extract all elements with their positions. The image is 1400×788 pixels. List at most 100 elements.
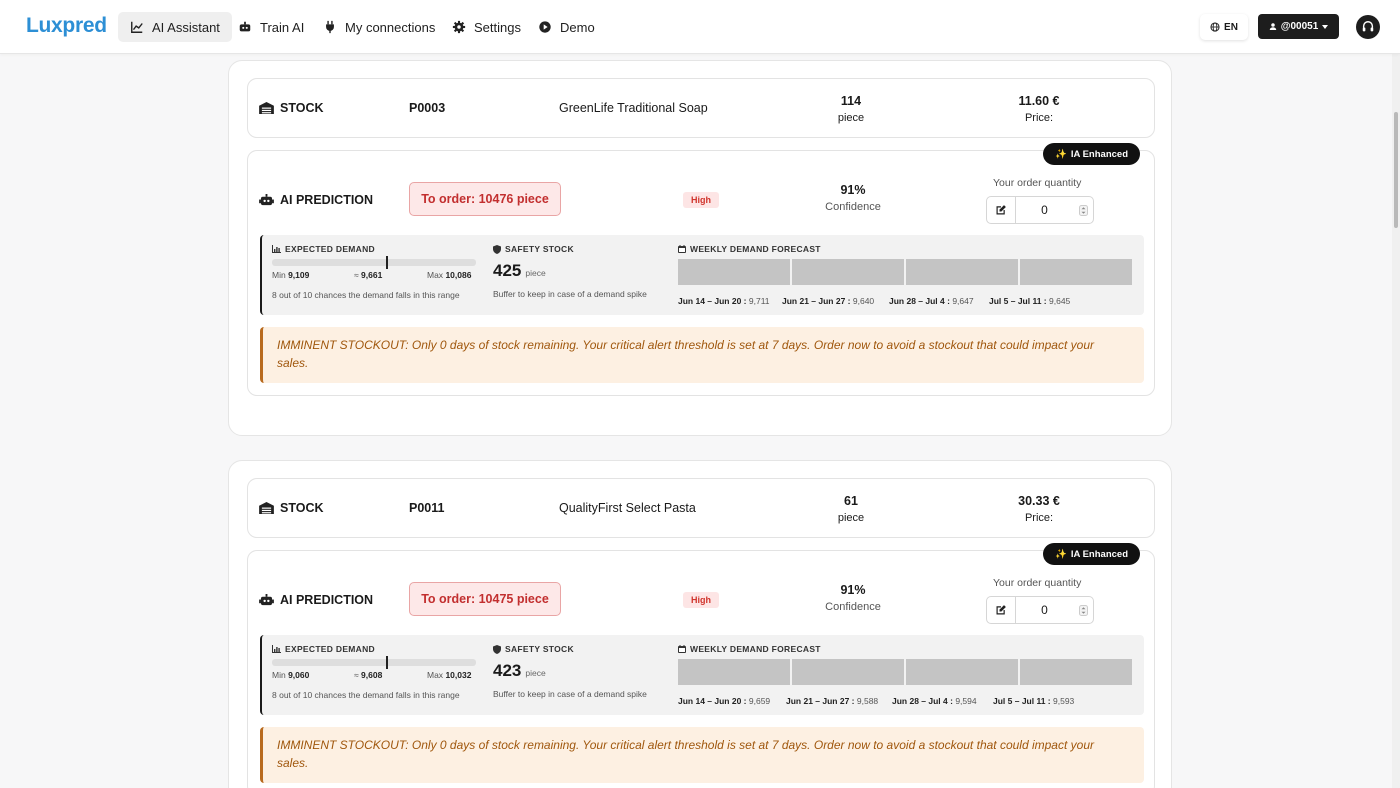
metrics-panel: EXPECTED DEMAND Min 9,060 ≈ 9,608 Max 10… [260,635,1144,715]
order-recommendation: To order: 10475 piece [409,582,561,616]
priority-badge: High [683,192,719,208]
weekly-forecast-bars [678,659,1134,685]
spinner-arrows-icon [1078,204,1088,216]
demand-min: Min 9,109 [272,270,309,280]
price-value: 30.33 € [1018,494,1060,508]
nav-demo[interactable]: Demo [526,12,607,42]
safety-stock-value: 425 piece [493,261,546,281]
demand-max-value: 10,032 [445,670,472,680]
edit-button[interactable] [987,197,1016,223]
product-code: P0011 [409,501,445,515]
week-bar [678,659,790,685]
weekly-forecast-text: WEEKLY DEMAND FORECAST [690,644,821,654]
top-navbar: Luxpred AI Assistant Train AI My connect… [0,0,1400,54]
price: 30.33 € Price: [999,494,1079,524]
weekly-forecast-heading: WEEKLY DEMAND FORECAST [678,644,821,654]
ia-enhanced-badge: ✨ IA Enhanced [1042,143,1140,165]
ia-enhanced-badge: ✨ IA Enhanced [1042,543,1140,565]
order-recommendation: To order: 10476 piece [409,182,561,216]
approx-symbol: ≈ [354,270,359,280]
support-button[interactable] [1356,15,1380,39]
warehouse-icon [259,102,274,114]
edit-icon [996,605,1006,615]
safety-stock-heading: SAFETY STOCK [493,244,574,254]
nav-label: Train AI [260,19,305,35]
week-label: Jul 5 – Jul 11 : 9,593 [993,696,1074,706]
week-range: Jul 5 – Jul 11 : [993,696,1051,706]
week-bar [678,259,790,285]
bar-chart-icon [272,245,281,253]
ai-prediction-text: AI PREDICTION [280,593,374,607]
demand-expected-value: 9,661 [361,270,383,280]
demand-max: Max 10,086 [427,270,471,280]
nav-ai-assistant[interactable]: AI Assistant [118,12,232,42]
nav-my-connections[interactable]: My connections [311,12,447,42]
order-quantity-input[interactable]: 0 [1016,197,1073,223]
week-value: 9,645 [1049,296,1071,306]
expected-demand-text: EXPECTED DEMAND [285,644,375,654]
user-menu-button[interactable]: @00051 [1258,14,1339,39]
nav-settings[interactable]: Settings [440,12,533,42]
stock-quantity: 114 piece [811,94,891,124]
brand-logo[interactable]: Luxpred [26,14,107,38]
safety-stock-text: SAFETY STOCK [505,244,574,254]
demand-expected-value: 9,608 [361,670,383,680]
headset-icon [1362,21,1374,32]
approx-symbol: ≈ [354,670,359,680]
stockout-alert: IMMINENT STOCKOUT: Only 0 days of stock … [260,727,1144,783]
week-value: 9,647 [952,296,974,306]
product-name: GreenLife Traditional Soap [559,101,708,115]
ai-prediction-label: AI PREDICTION [259,193,373,207]
safety-stock-value: 423 piece [493,661,546,681]
sparkle-icon: ✨ [1054,548,1067,560]
stock-quantity-unit: piece [837,512,865,524]
demand-expected-marker [386,656,389,669]
demand-range-bar [272,256,476,269]
confidence-label: Confidence [825,601,881,613]
week-range: Jun 14 – Jun 20 : [678,296,747,306]
week-label: Jun 14 – Jun 20 : 9,711 [678,296,770,306]
ia-enhanced-text: IA Enhanced [1070,148,1128,160]
demand-min-value: 9,109 [288,270,310,280]
ai-prediction-panel: ✨ IA Enhanced AI PREDICTION To order: 10… [247,143,1155,396]
demand-expected: ≈ 9,608 [354,670,382,680]
week-bar [792,259,904,285]
order-quantity-label: Your order quantity [993,577,1082,589]
quantity-spinner[interactable] [1073,197,1093,223]
metrics-panel: EXPECTED DEMAND Min 9,109 ≈ 9,661 Max 10… [260,235,1144,315]
nav-label: Demo [560,19,595,35]
ai-prediction-text: AI PREDICTION [280,193,374,207]
edit-button[interactable] [987,597,1016,623]
safety-stock-heading: SAFETY STOCK [493,644,574,654]
stock-quantity-value: 114 [840,94,862,108]
stock-quantity-unit: piece [837,112,865,124]
nav-train-ai[interactable]: Train AI [226,12,316,42]
week-bar [1020,659,1132,685]
week-range: Jul 5 – Jul 11 : [989,296,1047,306]
demand-max-label: Max [427,670,444,680]
week-range: Jun 21 – Jun 27 : [786,696,855,706]
order-quantity-stepper[interactable]: 0 [986,596,1094,624]
order-quantity-input[interactable]: 0 [1016,597,1073,623]
stock-label: STOCK [259,101,324,115]
chart-line-icon [131,21,143,33]
week-value: 9,711 [748,296,770,306]
weekly-forecast-heading: WEEKLY DEMAND FORECAST [678,244,821,254]
scrollbar-thumb[interactable] [1394,112,1398,228]
week-value: 9,594 [955,696,977,706]
robot-icon [259,594,274,606]
ia-enhanced-text: IA Enhanced [1070,548,1128,560]
weekly-forecast-bars [678,259,1134,285]
week-value: 9,593 [1053,696,1075,706]
price-value: 11.60 € [1018,94,1060,108]
safety-stock-number: 425 [493,261,522,280]
safety-stock-unit: piece [525,268,546,278]
order-quantity-stepper[interactable]: 0 [986,196,1094,224]
shield-icon [493,644,501,654]
stock-row: STOCK P0011 QualityFirst Select Pasta 61… [247,478,1155,538]
safety-stock-note: Buffer to keep in case of a demand spike [493,689,647,699]
quantity-spinner[interactable] [1073,597,1093,623]
language-selector[interactable]: EN [1200,14,1248,40]
demand-max: Max 10,032 [427,670,471,680]
edit-icon [996,205,1006,215]
